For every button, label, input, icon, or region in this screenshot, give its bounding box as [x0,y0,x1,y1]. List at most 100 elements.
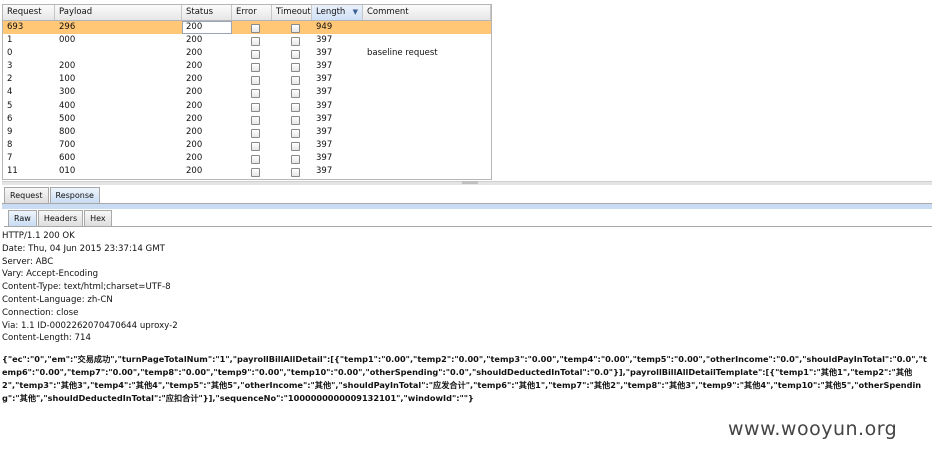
error-checkbox[interactable] [251,154,260,164]
tab-hex[interactable]: Hex [84,210,112,226]
cell-status: 200 [186,126,203,137]
message-tab-strip [2,203,932,209]
column-header-comment[interactable]: Comment [363,5,491,20]
cell-error [232,165,272,178]
cell-status: 200 [182,21,232,35]
cell-error [232,21,272,34]
table-row[interactable]: 8 700 200 397 [3,139,491,152]
cell-payload: 500 [59,113,76,124]
cell-comment [363,178,491,179]
table-row[interactable]: 11 010 200 397 [3,165,491,178]
cell-timeout [272,47,312,60]
error-checkbox[interactable] [251,115,260,125]
timeout-checkbox[interactable] [291,63,300,73]
splitter-grip-icon[interactable] [462,181,478,184]
table-row[interactable]: 0 200 397 baseline request [3,47,491,60]
error-checkbox[interactable] [251,76,260,86]
error-checkbox[interactable] [251,37,260,47]
tab-raw[interactable]: Raw [8,210,37,226]
cell-timeout [272,100,312,113]
view-tab-divider [4,226,932,227]
cell-comment [363,21,491,34]
timeout-checkbox[interactable] [291,76,300,86]
response-header-line: Content-Type: text/html;charset=UTF-8 [2,282,171,293]
error-checkbox[interactable] [251,102,260,112]
table-row[interactable]: 4 300 200 397 [3,86,491,99]
response-viewer[interactable]: HTTP/1.1 200 OK Date: Thu, 04 Jun 2015 2… [2,230,930,405]
error-checkbox[interactable] [251,141,260,151]
table-row[interactable]: 10900200 397 [3,178,491,179]
response-header-line: Date: Thu, 04 Jun 2015 23:37:14 GMT [2,243,165,254]
cell-comment [363,126,491,139]
cell-comment [363,86,491,99]
cell-error [232,86,272,99]
cell-status: 200 [186,139,203,150]
table-header: Request Payload Status Error Timeout Len… [3,5,491,21]
column-header-request[interactable]: Request [3,5,55,20]
error-checkbox[interactable] [251,24,260,33]
tab-request[interactable]: Request [4,187,49,203]
cell-payload: 296 [59,22,76,32]
cell-length: 397 [316,139,333,150]
cell-timeout [272,165,312,178]
timeout-checkbox[interactable] [291,50,300,60]
table-row[interactable]: 693 296 200 949 [3,21,491,35]
intruder-results-table: Request Payload Status Error Timeout Len… [2,4,492,180]
cell-timeout [272,86,312,99]
watermark: www.wooyun.org [728,418,898,440]
cell-request: 1 [7,35,13,46]
timeout-checkbox[interactable] [291,168,300,178]
tab-headers[interactable]: Headers [37,210,84,226]
timeout-checkbox[interactable] [291,154,300,164]
cell-payload: 010 [59,166,76,177]
table-row[interactable]: 6 500 200 397 [3,113,491,126]
cell-comment [363,34,491,47]
table-row[interactable]: 7 600 200 397 [3,152,491,165]
error-checkbox[interactable] [251,89,260,99]
cell-request: 10 [3,178,55,179]
cell-payload: 300 [59,87,76,98]
timeout-checkbox[interactable] [291,115,300,125]
table-row[interactable]: 2 100 200 397 [3,73,491,86]
cell-timeout [272,34,312,47]
cell-request: 9 [7,126,13,137]
table-row[interactable]: 3 200 200 397 [3,60,491,73]
error-checkbox[interactable] [251,168,260,178]
cell-payload: 700 [59,139,76,150]
error-checkbox[interactable] [251,63,260,73]
column-header-error[interactable]: Error [232,5,272,20]
cell-comment [363,73,491,86]
table-row[interactable]: 5 400 200 397 [3,100,491,113]
timeout-checkbox[interactable] [291,89,300,99]
cell-request: 3 [7,61,13,72]
cell-comment: baseline request [367,48,438,59]
response-header-line: Vary: Accept-Encoding [2,269,99,280]
cell-payload: 000 [59,35,76,46]
cell-request: 693 [7,22,24,32]
cell-timeout [272,113,312,126]
timeout-checkbox[interactable] [291,24,300,33]
cell-request: 6 [7,113,13,124]
cell-length: 397 [316,100,333,111]
timeout-checkbox[interactable] [291,37,300,47]
cell-length: 397 [316,87,333,98]
timeout-checkbox[interactable] [291,128,300,138]
cell-status: 200 [186,61,203,72]
view-tabs: Raw Headers Hex [8,210,113,226]
tab-response[interactable]: Response [49,187,100,203]
cell-length: 397 [316,61,333,72]
error-checkbox[interactable] [251,128,260,138]
cell-timeout [272,21,312,34]
timeout-checkbox[interactable] [291,102,300,112]
timeout-checkbox[interactable] [291,141,300,151]
table-row[interactable]: 9 800 200 397 [3,126,491,139]
error-checkbox[interactable] [251,50,260,60]
cell-error [232,34,272,47]
table-row[interactable]: 1 000 200 397 [3,34,491,47]
column-header-status[interactable]: Status [182,5,232,20]
column-header-payload[interactable]: Payload [55,5,182,20]
cell-status: 200 [182,178,232,179]
cell-status: 200 [186,74,203,85]
column-header-timeout[interactable]: Timeout [272,5,312,20]
column-header-length[interactable]: Length ▼ [312,5,363,20]
